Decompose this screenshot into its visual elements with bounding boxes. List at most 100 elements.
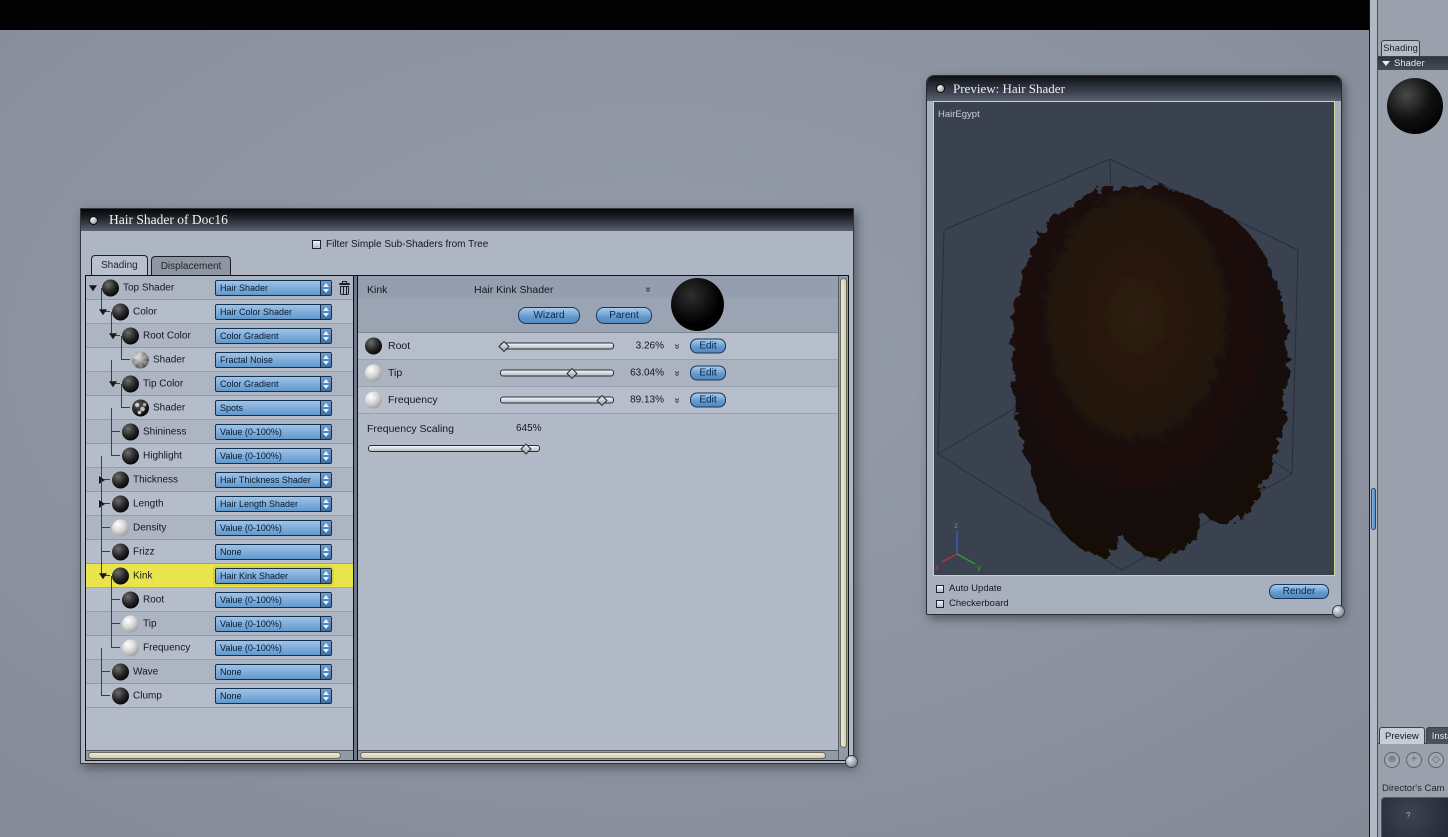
shader-type-dropdown[interactable]: Value (0-100%) xyxy=(215,591,332,608)
tree-row-color[interactable]: Color Hair Color Shader xyxy=(86,288,353,324)
preview-viewport[interactable]: HairEgypt z y x xyxy=(933,101,1335,576)
shader-type-dropdown[interactable]: Hair Thickness Shader xyxy=(215,471,332,488)
shader-type-dropdown[interactable]: Hair Shader xyxy=(215,279,332,296)
shader-sphere-icon[interactable] xyxy=(112,519,129,536)
shader-sphere-icon[interactable] xyxy=(132,351,149,368)
shader-type-dropdown[interactable]: Hair Kink Shader xyxy=(215,567,332,584)
tree-horizontal-scrollbar[interactable] xyxy=(86,750,353,760)
tree-row-shininess[interactable]: Shininess Value (0-100%) xyxy=(86,408,353,444)
render-button[interactable]: Render xyxy=(1269,584,1329,599)
sidebar-tab-preview[interactable]: Preview xyxy=(1379,727,1425,744)
preview-resize-grip[interactable] xyxy=(1332,605,1345,618)
shader-menu-chevron-icon[interactable]: » xyxy=(642,287,653,292)
frequency-scaling-slider[interactable] xyxy=(368,442,540,455)
slider-track[interactable] xyxy=(500,342,614,350)
shader-sphere-icon[interactable] xyxy=(122,615,139,632)
scrollbar-thumb[interactable] xyxy=(840,278,847,748)
value-menu-chevron-icon[interactable]: » xyxy=(671,371,682,376)
wizard-button[interactable]: Wizard xyxy=(518,307,580,324)
expander-down-icon[interactable] xyxy=(99,308,107,315)
shader-type-dropdown[interactable]: Color Gradient xyxy=(215,375,332,392)
shader-type-dropdown[interactable]: None xyxy=(215,663,332,680)
checkerboard-checkbox[interactable] xyxy=(936,599,944,608)
shader-sphere-icon[interactable] xyxy=(112,687,129,704)
tree-row-wave[interactable]: Wave None xyxy=(86,648,353,684)
tree-row-thickness[interactable]: Thickness Hair Thickness Shader xyxy=(86,456,353,492)
detail-horizontal-scrollbar[interactable] xyxy=(358,750,838,760)
shader-type-dropdown[interactable]: None xyxy=(215,687,332,704)
scrollbar-thumb[interactable] xyxy=(88,752,341,759)
expander-down-icon[interactable] xyxy=(99,572,107,579)
param-sphere-icon[interactable] xyxy=(365,364,382,382)
shader-type-dropdown[interactable]: Hair Length Shader xyxy=(215,495,332,512)
param-slider[interactable] xyxy=(500,394,614,406)
shader-sphere-icon[interactable] xyxy=(112,495,129,512)
orbit-tool-icon[interactable]: ⊕ xyxy=(1384,752,1400,768)
shader-sphere-icon[interactable] xyxy=(132,399,149,416)
param-sphere-icon[interactable] xyxy=(365,337,382,355)
expander-down-icon[interactable] xyxy=(109,380,117,387)
expander-down-icon[interactable] xyxy=(109,332,117,339)
param-slider[interactable] xyxy=(500,367,614,379)
scrollbar-thumb[interactable] xyxy=(1371,488,1376,530)
scrollbar-thumb[interactable] xyxy=(360,752,826,759)
shader-type-dropdown[interactable]: Color Gradient xyxy=(215,327,332,344)
disclosure-triangle-icon[interactable] xyxy=(1382,61,1390,66)
tree-row-density[interactable]: Density Value (0-100%) xyxy=(86,504,353,540)
tree-row-highlight[interactable]: Highlight Value (0-100%) xyxy=(86,432,353,468)
camera-preview[interactable]: ? xyxy=(1381,797,1448,837)
collapse-widget-icon[interactable] xyxy=(936,84,945,93)
shader-sphere-icon[interactable] xyxy=(112,543,129,560)
auto-update-checkbox[interactable] xyxy=(936,584,944,593)
tree-row-tip[interactable]: Tip Value (0-100%) xyxy=(86,600,353,636)
tab-shading[interactable]: Shading xyxy=(91,255,148,275)
tree-row-shader[interactable]: Shader Spots xyxy=(86,384,353,420)
dialog-titlebar[interactable]: Hair Shader of Doc16 xyxy=(81,209,853,231)
shader-sphere-icon[interactable] xyxy=(112,663,129,680)
tree-row-frequency[interactable]: Frequency Value (0-100%) xyxy=(86,624,353,660)
param-sphere-icon[interactable] xyxy=(365,391,382,409)
shader-type-dropdown[interactable]: Spots xyxy=(215,399,332,416)
shader-type-dropdown[interactable]: Hair Color Shader xyxy=(215,303,332,320)
edit-button[interactable]: Edit xyxy=(690,365,726,381)
value-menu-chevron-icon[interactable]: » xyxy=(671,398,682,403)
filter-subshaders-checkbox[interactable] xyxy=(312,240,321,249)
shader-type-dropdown[interactable]: None xyxy=(215,543,332,560)
shader-sphere-icon[interactable] xyxy=(112,471,129,488)
tree-row-frizz[interactable]: Frizz None xyxy=(86,528,353,564)
tree-row-root[interactable]: Root Value (0-100%) xyxy=(86,576,353,612)
shader-type-dropdown[interactable]: Value (0-100%) xyxy=(215,639,332,656)
main-vertical-scrollbar[interactable] xyxy=(1369,0,1377,837)
tree-row-top-shader[interactable]: Top Shader Hair Shader xyxy=(86,276,353,300)
shader-section-header[interactable]: Shader xyxy=(1378,57,1448,70)
edit-button[interactable]: Edit xyxy=(690,338,726,354)
shader-type-dropdown[interactable]: Fractal Noise xyxy=(215,351,332,368)
slider-track[interactable] xyxy=(500,369,614,377)
shader-type-dropdown[interactable]: Value (0-100%) xyxy=(215,519,332,536)
collapse-widget-icon[interactable] xyxy=(89,215,98,225)
shader-preview-sphere[interactable] xyxy=(671,278,724,331)
shader-sphere-icon[interactable] xyxy=(122,423,139,440)
tree-row-kink[interactable]: Kink Hair Kink Shader xyxy=(86,552,353,588)
shader-type-dropdown[interactable]: Value (0-100%) xyxy=(215,615,332,632)
shader-type-dropdown[interactable]: Value (0-100%) xyxy=(215,423,332,440)
dialog-resize-grip[interactable] xyxy=(845,755,858,768)
tree-row-clump[interactable]: Clump None xyxy=(86,672,353,708)
detail-vertical-scrollbar[interactable] xyxy=(838,276,848,760)
hair-object[interactable] xyxy=(1012,185,1289,559)
slider-track[interactable] xyxy=(368,445,540,452)
tab-displacement[interactable]: Displacement xyxy=(150,256,232,275)
shader-sphere-icon[interactable] xyxy=(122,591,139,608)
pan-tool-icon[interactable]: + xyxy=(1406,752,1422,768)
preview-titlebar[interactable]: Preview: Hair Shader xyxy=(927,76,1341,101)
zoom-tool-icon[interactable]: ◇ xyxy=(1428,752,1444,768)
delete-shader-icon[interactable] xyxy=(339,281,350,295)
param-slider[interactable] xyxy=(498,340,614,352)
expander-down-icon[interactable] xyxy=(89,284,97,291)
tree-row-shader[interactable]: Shader Fractal Noise xyxy=(86,336,353,372)
sidebar-tab-shading[interactable]: Shading xyxy=(1381,40,1420,56)
value-menu-chevron-icon[interactable]: » xyxy=(671,344,682,349)
sidebar-shader-sphere[interactable] xyxy=(1387,78,1443,134)
sidebar-tab-instances[interactable]: Instan xyxy=(1425,727,1448,744)
shader-sphere-icon[interactable] xyxy=(122,447,139,464)
